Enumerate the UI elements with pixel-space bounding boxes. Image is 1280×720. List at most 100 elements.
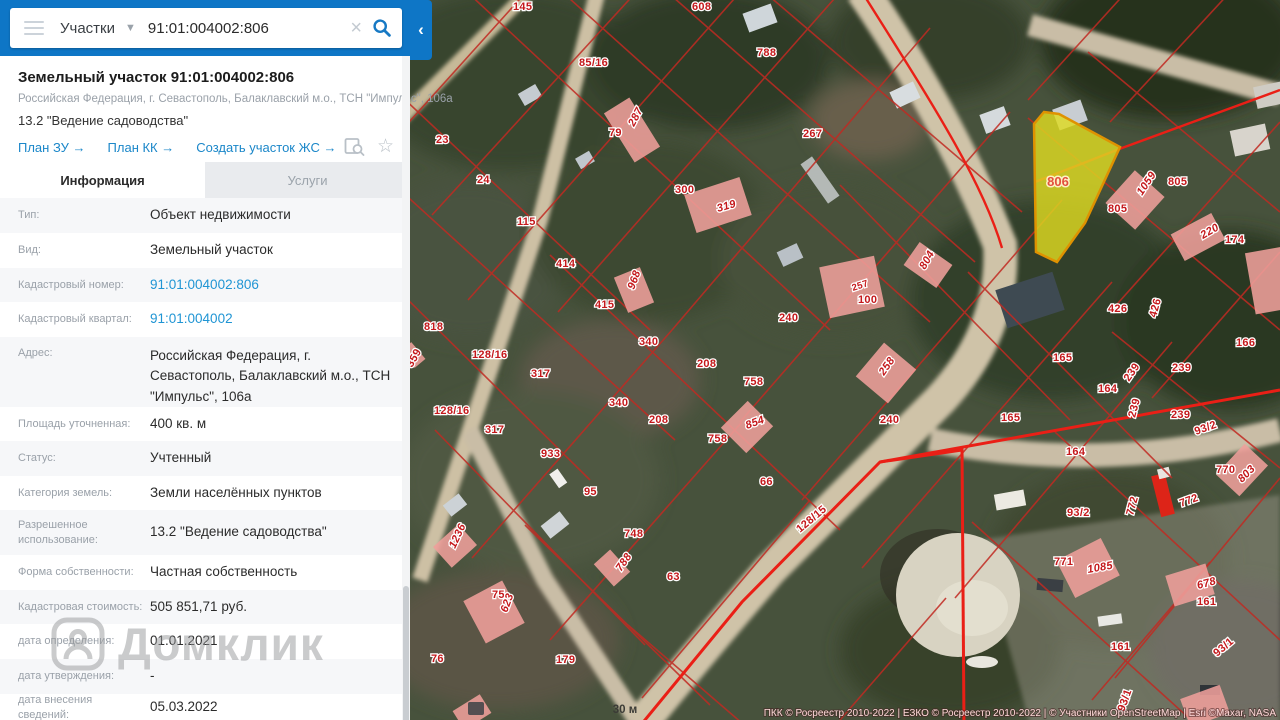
chevron-left-icon: ‹	[418, 20, 424, 39]
info-row-value: Частная собственность	[150, 564, 298, 580]
info-row-label: Кадастровый квартал:	[18, 313, 132, 326]
locate-on-map-icon[interactable]	[344, 137, 365, 156]
info-row: Адрес: Российская Федерация, г. Севастопо…	[0, 337, 410, 407]
info-row-value: Объект недвижимости	[150, 207, 291, 223]
tabs: Информация Услуги	[0, 162, 410, 198]
parcel-label: 174	[1225, 234, 1245, 246]
parcel-label: 426	[1108, 303, 1127, 315]
parcel-label: 115	[517, 216, 536, 228]
info-row-value: 01.01.2021	[150, 633, 218, 649]
info-row-label: Разрешенное использование:	[18, 518, 98, 546]
parcel-label: 164	[1066, 446, 1086, 458]
collapse-panel-button[interactable]: ‹	[410, 0, 432, 60]
info-row-label: дата внесения сведений:	[18, 693, 93, 720]
info-row-value: -	[150, 668, 155, 684]
map-control-icon[interactable]	[468, 702, 484, 715]
object-header: Земельный участок 91:01:004002:806 Росси…	[0, 56, 453, 162]
object-usage: 13.2 "Ведение садоводства"	[18, 113, 189, 128]
info-row: Площадь уточненная: 400 кв. м	[0, 407, 410, 441]
left-panel: Участки ▼ × Земельный участок 91:01:0040…	[0, 0, 453, 720]
search-category-select[interactable]: Участки	[60, 20, 115, 37]
tab-information[interactable]: Информация	[0, 162, 205, 198]
scrollbar-thumb[interactable]	[403, 586, 409, 720]
parcel-label: 93/2	[1067, 507, 1090, 519]
info-row: дата утверждения: -	[0, 659, 410, 694]
parcel-label: 161	[1197, 596, 1216, 608]
parcel-label: 85/16	[579, 57, 608, 69]
parcel-label: 240	[779, 312, 798, 324]
menu-icon[interactable]	[24, 21, 44, 35]
parcel-label: 818	[424, 321, 443, 333]
app-root: Участки ▼ × Земельный участок 91:01:0040…	[0, 0, 1280, 720]
info-row-label: Тип:	[18, 209, 40, 222]
parcel-label: 748	[624, 528, 643, 540]
object-address: Российская Федерация, г. Севастополь, Ба…	[18, 93, 453, 105]
parcel-label: 100	[858, 294, 877, 306]
parcel-label: 161	[1111, 641, 1130, 653]
info-row-label: Площадь уточненная:	[18, 417, 131, 430]
parcel-label: 165	[1053, 352, 1072, 364]
parcel-label: 66	[760, 476, 773, 488]
info-row: Форма собственности: Частная собственност…	[0, 555, 410, 590]
tab-services[interactable]: Услуги	[205, 162, 410, 198]
parcel-label: 239	[1171, 409, 1190, 421]
parcel-label: 805	[1168, 176, 1187, 188]
create-parcel-link[interactable]: Создать участок ЖС →	[196, 140, 336, 155]
info-row-value: Учтенный	[150, 450, 212, 466]
object-links: План ЗУ → План КК → Создать участок ЖС →	[18, 140, 392, 155]
info-row-label: дата утверждения:	[18, 670, 115, 683]
info-row: дата определения: 01.01.2021	[0, 624, 410, 659]
parcel-label: 788	[757, 47, 776, 59]
parcel-label: 340	[609, 397, 628, 409]
map-view[interactable]: 806 145 608 788 85/16 287 79 23 267 24 300 319 115 8…	[410, 0, 1280, 720]
parcel-label: 95	[584, 486, 597, 498]
plan-kk-link[interactable]: План КК →	[108, 140, 175, 155]
plan-zu-link[interactable]: План ЗУ →	[18, 140, 86, 155]
parcel-label: 317	[485, 424, 504, 436]
info-row-label: Форма собственности:	[18, 566, 134, 579]
parcel-label: 317	[531, 368, 550, 380]
search-icon[interactable]	[372, 18, 392, 38]
info-row: дата внесения сведений: 05.03.2022	[0, 694, 410, 720]
info-row: Вид: Земельный участок	[0, 233, 410, 268]
clear-icon[interactable]: ×	[350, 18, 362, 38]
parcel-label: 165	[1001, 412, 1020, 424]
parcel-label: 340	[639, 336, 658, 348]
parcel-label: 771	[1054, 556, 1073, 568]
parcel-label: 128/16	[434, 405, 469, 417]
info-table: Тип: Объект недвижимости Вид: Земельный уча…	[0, 198, 410, 720]
info-row-label: Кадастровая стоимость:	[18, 600, 143, 613]
parcel-label: 770	[1216, 464, 1235, 476]
parcel-label: 240	[880, 414, 899, 426]
info-row: Разрешенное использование: 13.2 "Ведение …	[0, 510, 410, 555]
parcel-label: 79	[609, 127, 622, 139]
parcel-label: 933	[541, 448, 560, 460]
chevron-down-icon[interactable]: ▼	[125, 22, 136, 34]
parcel-label: 164	[1098, 383, 1118, 395]
info-row-value-link[interactable]: 91:01:004002:806	[150, 275, 259, 295]
info-row: Тип: Объект недвижимости	[0, 198, 410, 233]
info-row: Кадастровый номер: 91:01:004002:806	[0, 268, 410, 302]
info-row-label: Кадастровый номер:	[18, 278, 124, 291]
parcel-label: 179	[556, 654, 575, 666]
parcel-label: 208	[697, 358, 716, 370]
info-row-value: 505 851,71 руб.	[150, 598, 248, 614]
info-row-label: Вид:	[18, 244, 41, 257]
search-card: Участки ▼ ×	[10, 8, 402, 48]
parcel-label: 23	[436, 134, 449, 146]
parcel-label: 414	[556, 258, 576, 270]
search-input[interactable]	[147, 19, 341, 37]
info-row: Кадастровая стоимость: 505 851,71 руб.	[0, 590, 410, 624]
info-row-value: Земельный участок	[150, 242, 273, 258]
panel-scrollbar[interactable]	[402, 56, 410, 720]
parcel-label: 239	[1172, 362, 1191, 374]
parcel-label: 63	[667, 571, 680, 583]
parcel-label: 128/16	[472, 349, 507, 361]
info-row: Статус: Учтенный	[0, 441, 410, 476]
info-row-value-link[interactable]: 91:01:004002	[150, 309, 233, 329]
info-row-value: 13.2 "Ведение садоводства"	[150, 524, 327, 540]
favorite-star-icon[interactable]: ☆	[377, 135, 394, 158]
info-row-value: 05.03.2022	[150, 699, 218, 715]
scale-label: 30 м	[613, 704, 638, 716]
map-canvas[interactable]: 806 145 60878885/162877923 267243003191158…	[410, 0, 1280, 720]
